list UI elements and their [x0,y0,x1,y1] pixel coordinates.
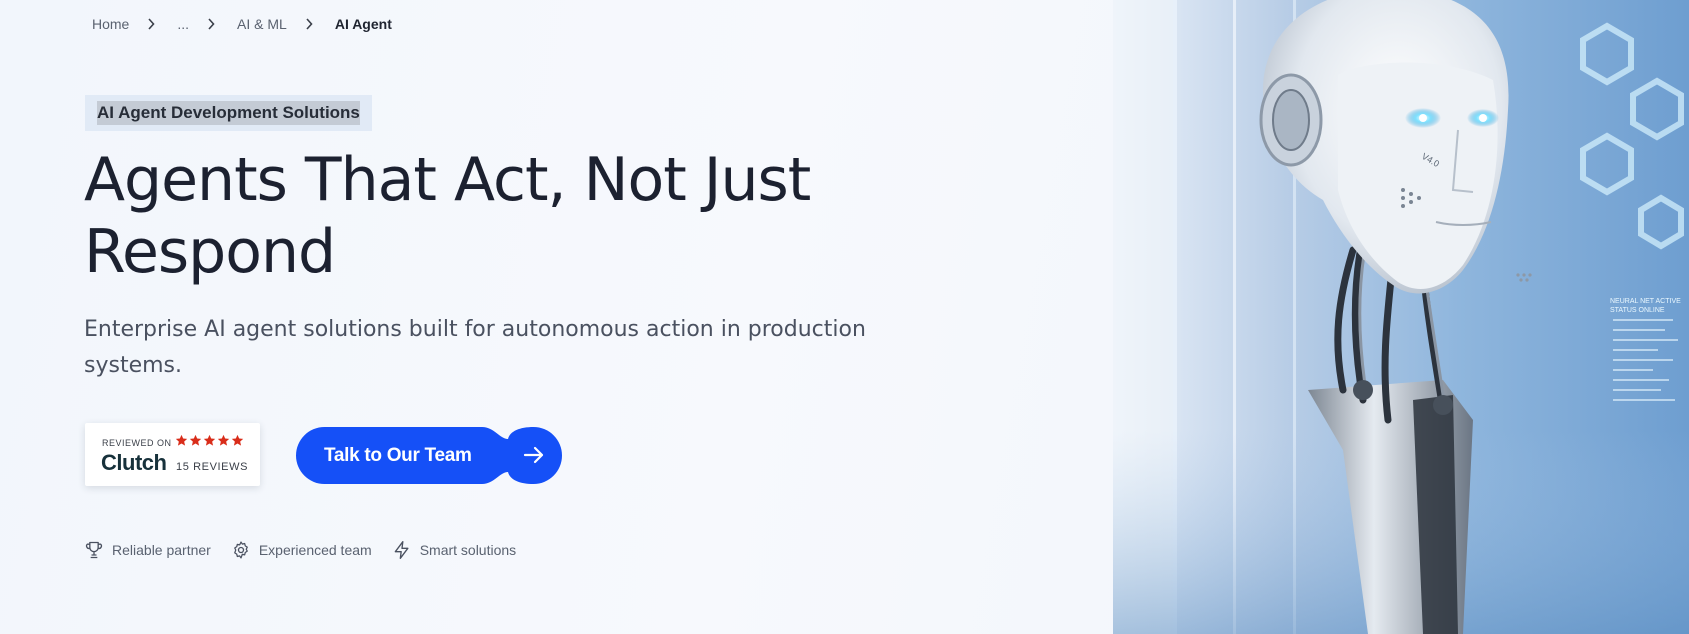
arrow-right-icon [523,446,544,464]
headline-line-2: Respond [84,217,336,287]
hero-subtitle: Enterprise AI agent solutions built for … [84,312,884,384]
breadcrumb-current: AI Agent [334,16,392,32]
clutch-reviewed-on: REVIEWED ON [102,438,172,448]
status-label: NEURAL NET ACTIVE [1610,298,1681,305]
feature-list: Reliable partner Experienced team Smart … [84,540,536,560]
feature-smart-solutions: Smart solutions [392,540,516,560]
headline-line-1: Agents That Act, Not Just [84,145,811,215]
star-icon [203,434,216,446]
trophy-icon [85,541,103,559]
chevron-right-icon [305,18,313,30]
feature-reliable-partner: Reliable partner [84,540,211,560]
robot-hero-image: NEURAL NET ACTIVE STATUS ONLINE V4.0 [1113,0,1689,634]
chevron-right-icon [147,18,155,30]
status-sub-label: STATUS ONLINE [1610,307,1665,314]
robot-illustration: NEURAL NET ACTIVE STATUS ONLINE V4.0 [1113,0,1689,634]
breadcrumb-home[interactable]: Home [92,16,129,32]
subtitle-line-2: systems. [84,353,182,378]
chevron-right-icon [207,18,215,30]
page-title: Agents That Act, Not Just Respond [84,144,904,288]
feature-label: Smart solutions [419,542,517,558]
breadcrumb-ellipsis[interactable]: ... [177,16,189,32]
feature-experienced-team: Experienced team [231,540,372,560]
lightning-icon [394,541,409,559]
eyebrow-tag: AI Agent Development Solutions [85,95,372,131]
star-icon [217,434,230,446]
eyebrow-text: AI Agent Development Solutions [97,101,360,125]
talk-to-team-label: Talk to Our Team [324,445,472,466]
gear-icon [233,541,248,559]
clutch-logo: Clutch [101,450,167,475]
breadcrumb-ai-ml[interactable]: AI & ML [237,16,287,32]
star-icon [231,434,244,446]
clutch-reviews-badge[interactable]: REVIEWED ON Clutch 15 REVIEWS [85,423,260,486]
clutch-review-count: 15 REVIEWS [176,461,249,473]
feature-label: Experienced team [258,542,372,558]
star-icon [175,434,188,446]
breadcrumb: Home ... AI & ML AI Agent [92,14,392,34]
rating-stars [175,434,244,447]
subtitle-line-1: Enterprise AI agent solutions built for … [84,317,866,342]
hero-content: Home ... AI & ML AI Agent AI Agent Devel… [0,0,1113,634]
star-icon [189,434,202,446]
talk-to-team-button[interactable]: Talk to Our Team [296,427,562,484]
feature-label: Reliable partner [112,542,211,558]
